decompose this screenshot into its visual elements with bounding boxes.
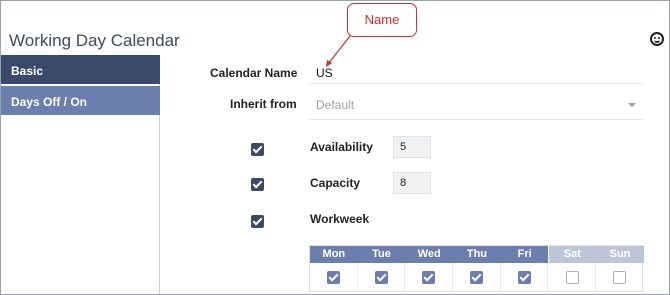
availability-checkbox[interactable] (251, 143, 264, 156)
day-checkbox-sat[interactable] (565, 271, 579, 284)
day-column-thu: Thu (453, 246, 501, 291)
day-header-mon: Mon (310, 246, 358, 263)
day-checkbox-sun[interactable] (613, 271, 627, 284)
day-header-tue: Tue (357, 246, 406, 263)
day-column-sat: Sat (548, 246, 597, 291)
day-checkbox-mon[interactable] (327, 271, 340, 284)
day-column-tue: Tue (357, 246, 406, 291)
day-column-wed: Wed (405, 246, 454, 291)
capacity-label: Capacity (310, 176, 361, 190)
day-column-mon: Mon (310, 246, 358, 291)
day-checkbox-fri[interactable] (517, 271, 531, 284)
day-column-fri: Fri (500, 246, 549, 291)
workweek-checkbox[interactable] (251, 215, 264, 228)
inherit-from-label: Inherit from (230, 97, 297, 111)
inherit-from-underline (309, 119, 643, 120)
callout-arrow (326, 35, 351, 67)
day-header-thu: Thu (453, 246, 501, 263)
workweek-label: Workweek (310, 212, 370, 226)
workweek-grid: Mon Tue Wed Thu Fri Sat Sun (309, 245, 644, 292)
calendar-name-input[interactable]: US (316, 66, 333, 80)
day-header-fri: Fri (500, 246, 549, 263)
capacity-input[interactable]: 8 (393, 172, 431, 194)
availability-label: Availability (310, 140, 373, 154)
day-cell-wed (405, 263, 454, 291)
availability-input[interactable]: 5 (393, 136, 431, 158)
day-cell-mon (310, 263, 358, 291)
capacity-checkbox[interactable] (251, 178, 264, 191)
sidebar-item-days-off-on[interactable]: Days Off / On (1, 86, 160, 115)
inherit-from-select[interactable]: Default (316, 98, 354, 112)
day-cell-sun (596, 263, 644, 291)
day-cell-fri (501, 263, 549, 291)
name-callout: Name (347, 3, 417, 37)
day-header-sat: Sat (548, 246, 597, 263)
sidebar: Basic Days Off / On (1, 55, 160, 294)
day-header-sun: Sun (596, 246, 644, 263)
day-column-sun: Sun (596, 246, 644, 291)
day-checkbox-tue[interactable] (374, 271, 388, 284)
calendar-name-label: Calendar Name (210, 66, 298, 80)
chevron-down-icon[interactable] (628, 103, 636, 107)
day-checkbox-wed[interactable] (422, 271, 436, 284)
day-cell-sat (549, 263, 597, 291)
day-cell-tue (358, 263, 406, 291)
calendar-name-underline (309, 83, 643, 84)
day-checkbox-thu[interactable] (470, 271, 484, 284)
day-cell-thu (453, 263, 501, 291)
day-header-wed: Wed (405, 246, 454, 263)
